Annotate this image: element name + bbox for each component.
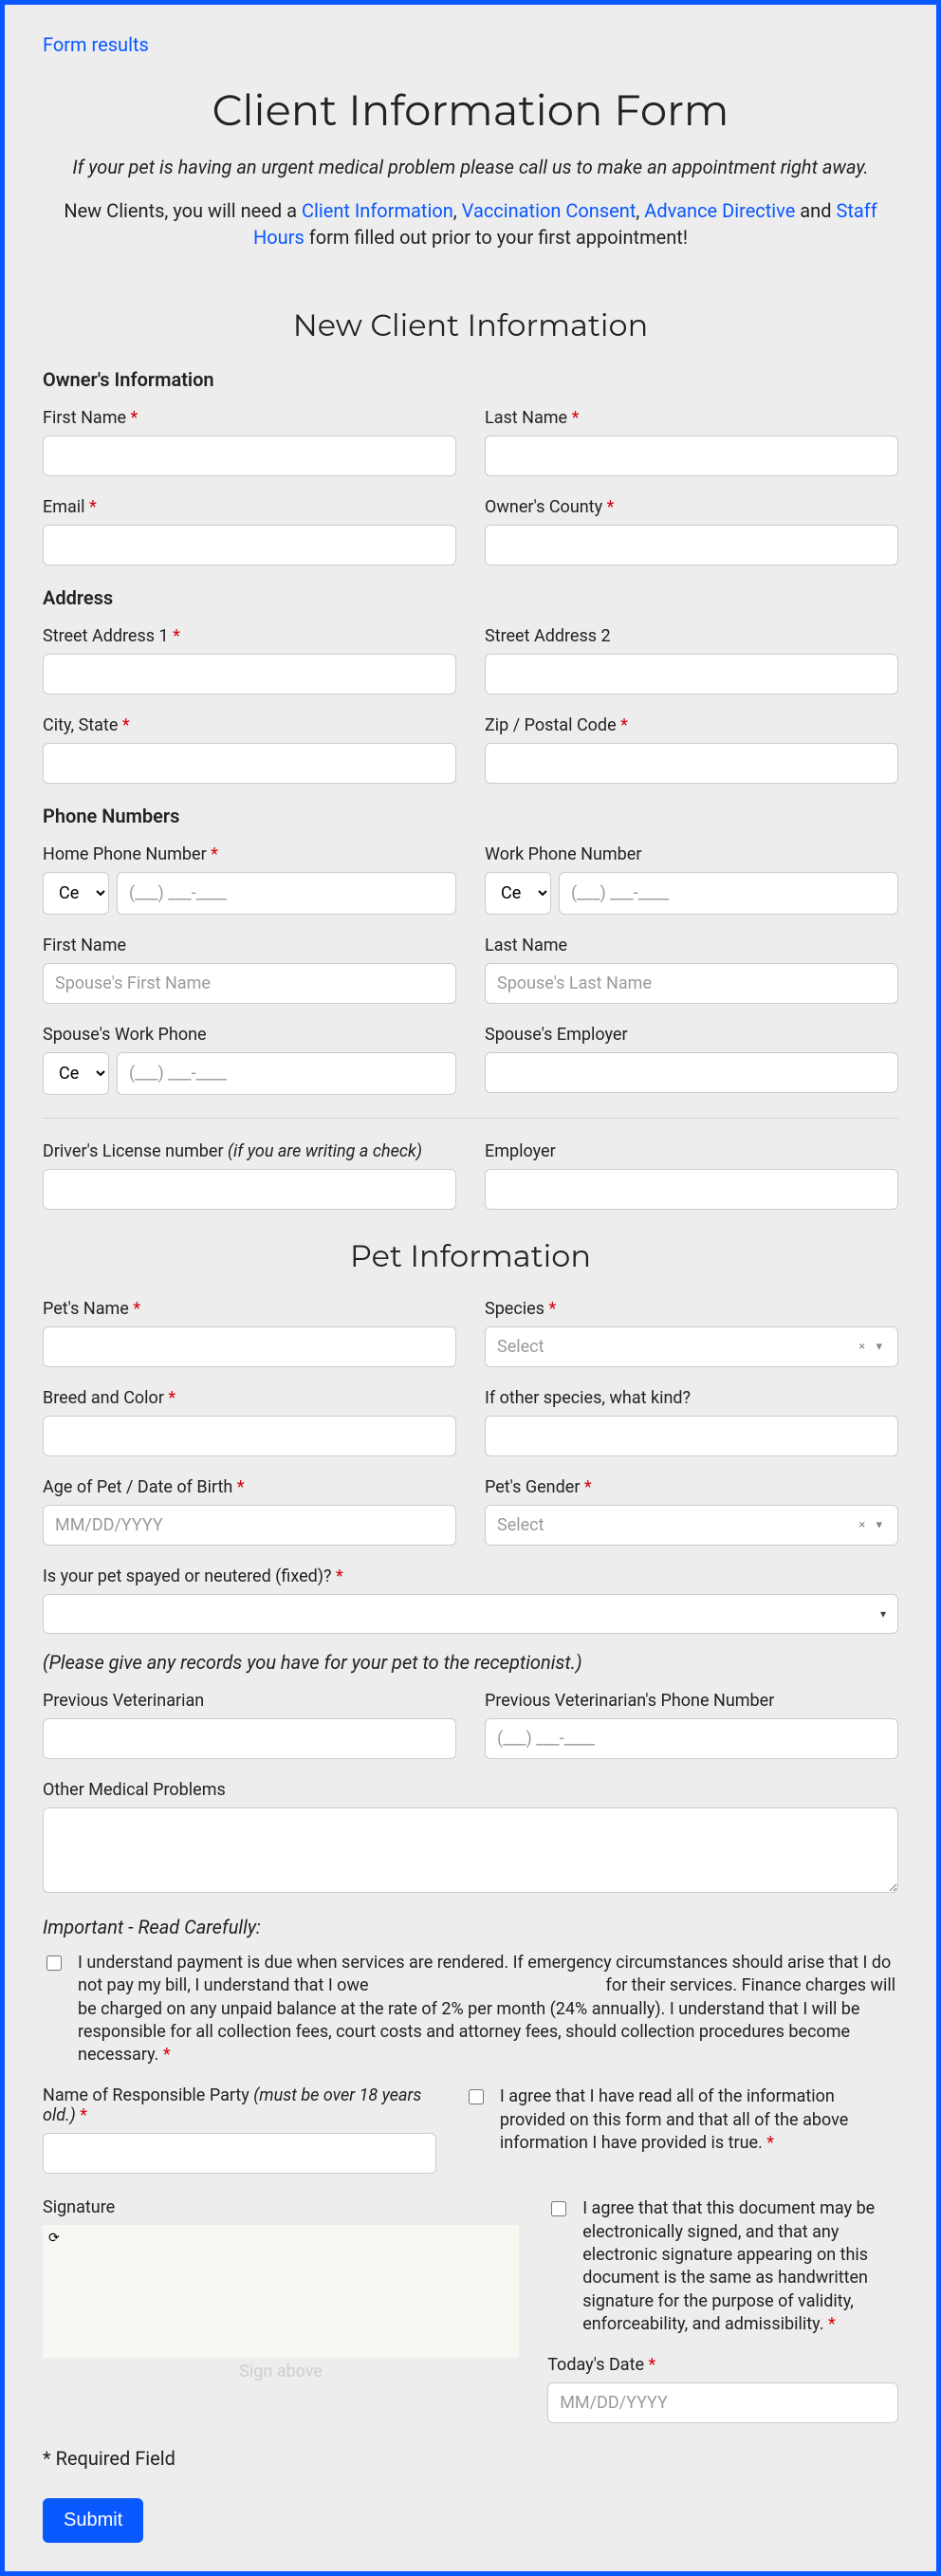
age-pet-input[interactable] [43, 1505, 456, 1546]
prev-vet-input[interactable] [43, 1718, 456, 1759]
email-input[interactable] [43, 525, 456, 565]
link-vaccination-consent[interactable]: Vaccination Consent [462, 199, 637, 222]
spouse-first-label: First Name [43, 936, 456, 955]
spouse-employer-label: Spouse's Employer [485, 1025, 898, 1045]
other-species-label: If other species, what kind? [485, 1388, 898, 1408]
breed-color-input[interactable] [43, 1416, 456, 1456]
home-phone-label: Home Phone Number * [43, 844, 456, 864]
required-field-note: * Required Field [43, 2447, 898, 2470]
breed-color-label: Breed and Color * [43, 1388, 456, 1408]
pet-name-label: Pet's Name * [43, 1299, 456, 1319]
prev-vet-phone-input[interactable] [485, 1718, 898, 1759]
intro-text: New Clients, you will need a Client Info… [43, 197, 898, 250]
zip-input[interactable] [485, 743, 898, 784]
home-phone-code[interactable]: Ce [43, 872, 109, 915]
last-name-input[interactable] [485, 436, 898, 476]
phone-numbers-heading: Phone Numbers [43, 805, 898, 827]
pet-name-input[interactable] [43, 1326, 456, 1367]
spouse-employer-input[interactable] [485, 1052, 898, 1093]
work-phone-input[interactable] [559, 872, 898, 915]
consent3-text: I agree that that this document may be e… [582, 2197, 898, 2336]
other-species-input[interactable] [485, 1416, 898, 1456]
consent2-checkbox[interactable] [469, 2089, 484, 2104]
first-name-label: First Name * [43, 408, 456, 428]
sign-above-text: Sign above [43, 2362, 519, 2381]
consent3-checkbox[interactable] [551, 2201, 566, 2216]
email-label: Email * [43, 497, 456, 517]
city-state-input[interactable] [43, 743, 456, 784]
submit-button[interactable]: Submit [43, 2498, 143, 2543]
spouse-workphone-label: Spouse's Work Phone [43, 1025, 456, 1045]
form-results-link[interactable]: Form results [43, 33, 898, 56]
responsible-party-input[interactable] [43, 2133, 436, 2174]
prev-vet-phone-label: Previous Veterinarian's Phone Number [485, 1691, 898, 1711]
intro-start: New Clients, you will need a [64, 199, 302, 222]
intro-and: and [795, 199, 836, 222]
work-phone-label: Work Phone Number [485, 844, 898, 864]
spouse-last-label: Last Name [485, 936, 898, 955]
work-phone-code[interactable]: Ce [485, 872, 551, 915]
spouse-last-input[interactable] [485, 963, 898, 1004]
signature-pad[interactable]: ⟳ [43, 2225, 519, 2358]
city-state-label: City, State * [43, 715, 456, 735]
employer-input[interactable] [485, 1169, 898, 1210]
drivers-license-input[interactable] [43, 1169, 456, 1210]
spouse-first-input[interactable] [43, 963, 456, 1004]
refresh-icon[interactable]: ⟳ [48, 2231, 60, 2246]
owners-county-label: Owner's County * [485, 497, 898, 517]
other-medical-label: Other Medical Problems [43, 1780, 898, 1800]
street1-label: Street Address 1 * [43, 626, 456, 646]
age-pet-label: Age of Pet / Date of Birth * [43, 1477, 456, 1497]
consent1-checkbox[interactable] [46, 1955, 62, 1971]
subtitle: If your pet is having an urgent medical … [43, 156, 898, 178]
species-label: Species * [485, 1299, 898, 1319]
pet-info-heading: Pet Information [43, 1238, 898, 1275]
signature-label: Signature [43, 2197, 519, 2217]
select-x-chevron-icon: × ▾ [858, 1518, 886, 1532]
records-note: (Please give any records you have for yo… [43, 1651, 898, 1674]
spayed-label: Is your pet spayed or neutered (fixed)? … [43, 1566, 898, 1586]
page-title: Client Information Form [43, 84, 898, 137]
first-name-input[interactable] [43, 436, 456, 476]
intro-end: form filled out prior to your first appo… [304, 226, 688, 249]
pet-gender-label: Pet's Gender * [485, 1477, 898, 1497]
street2-input[interactable] [485, 654, 898, 695]
responsible-party-label: Name of Responsible Party (must be over … [43, 2085, 436, 2125]
todays-date-label: Today's Date * [547, 2355, 898, 2375]
prev-vet-label: Previous Veterinarian [43, 1691, 456, 1711]
pet-gender-select[interactable]: Select× ▾ [485, 1505, 898, 1546]
street2-label: Street Address 2 [485, 626, 898, 646]
consent2-text: I agree that I have read all of the info… [500, 2085, 898, 2155]
species-select[interactable]: Select× ▾ [485, 1326, 898, 1367]
zip-label: Zip / Postal Code * [485, 715, 898, 735]
employer-label: Employer [485, 1141, 898, 1161]
owners-info-heading: Owner's Information [43, 368, 898, 391]
drivers-license-label: Driver's License number (if you are writ… [43, 1141, 456, 1161]
new-client-heading: New Client Information [43, 307, 898, 344]
select-x-chevron-icon: × ▾ [858, 1340, 886, 1354]
other-medical-input[interactable] [43, 1807, 898, 1893]
address-heading: Address [43, 586, 898, 609]
home-phone-input[interactable] [117, 872, 456, 915]
link-advance-directive[interactable]: Advance Directive [644, 199, 795, 222]
divider [43, 1118, 898, 1119]
street1-input[interactable] [43, 654, 456, 695]
spouse-workphone-code[interactable]: Ce [43, 1052, 109, 1095]
spouse-workphone-input[interactable] [117, 1052, 456, 1095]
link-client-information[interactable]: Client Information [302, 199, 453, 222]
last-name-label: Last Name * [485, 408, 898, 428]
consent1-text: I understand payment is due when service… [78, 1952, 898, 2066]
todays-date-input[interactable] [547, 2382, 898, 2423]
important-heading: Important - Read Carefully: [43, 1916, 898, 1938]
owners-county-input[interactable] [485, 525, 898, 565]
spayed-select[interactable] [43, 1594, 898, 1634]
